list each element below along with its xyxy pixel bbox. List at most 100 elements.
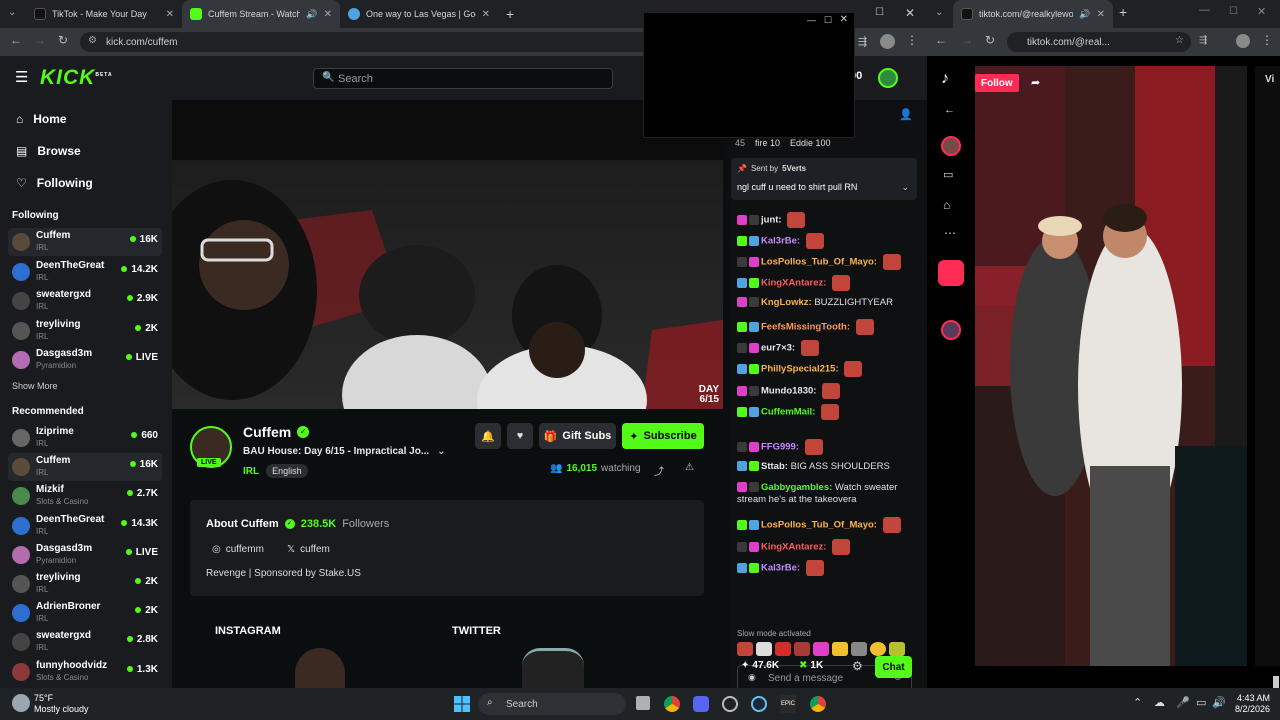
sidebar-channel-item[interactable]: DeenTheGreat IRL 14.2K xyxy=(8,258,162,286)
emote-icon[interactable] xyxy=(813,642,829,656)
emote-icon[interactable] xyxy=(756,642,772,656)
volume-icon[interactable]: 🔊 xyxy=(1212,696,1226,709)
close-icon[interactable]: ✕ xyxy=(482,9,490,20)
extensions-icon[interactable]: ⇶ xyxy=(858,35,867,48)
tab-kick[interactable]: Cuffem Stream - Watch Live 🔊 ✕ xyxy=(182,0,340,28)
notification-button[interactable]: 🔔 xyxy=(475,423,501,449)
menu-icon[interactable]: ⋮ xyxy=(1261,33,1273,47)
kick-logo[interactable]: KICKBETA xyxy=(40,66,113,90)
reload-icon[interactable]: ↻ xyxy=(985,33,995,47)
sidebar-channel-item[interactable]: sweatergxd IRL 2.9K xyxy=(8,287,162,315)
back-arrow-icon[interactable]: ← xyxy=(944,104,955,116)
sidebar-channel-item[interactable]: Dasgasd3m Pyramidion LIVE xyxy=(8,541,162,569)
show-more-link[interactable]: Show More xyxy=(12,381,58,391)
sidebar-channel-item[interactable]: treyliving IRL 2K xyxy=(8,317,162,345)
emote-icon[interactable] xyxy=(775,642,791,656)
channel-points[interactable]: ✦ 47.6K xyxy=(741,660,779,671)
chat-username[interactable]: Gabbygambles: xyxy=(761,482,832,493)
gift-subs-button[interactable]: 🎁 Gift Subs xyxy=(539,423,616,449)
picture-in-picture-window[interactable]: — ☐ ✕ xyxy=(643,12,855,138)
back-icon[interactable]: ← xyxy=(10,33,22,47)
menu-icon[interactable]: ⋮ xyxy=(906,33,918,47)
sidebar-channel-item[interactable]: AdrienBroner IRL 2K xyxy=(8,599,162,627)
sidebar-channel-item[interactable]: Cuffem IRL 16K xyxy=(8,228,162,256)
subscribe-button[interactable]: ✦ Subscribe xyxy=(622,423,704,449)
create-icon[interactable] xyxy=(938,260,964,286)
video-icon[interactable]: ▭ xyxy=(943,168,953,181)
chevron-up-icon[interactable]: ⌃ xyxy=(1133,696,1142,709)
emote-icon[interactable] xyxy=(832,642,848,656)
emote-icon[interactable] xyxy=(794,642,810,656)
report-icon[interactable]: ⚠ xyxy=(685,462,694,473)
instagram-link[interactable]: ◎ cuffemm xyxy=(212,544,264,555)
profile-avatar[interactable] xyxy=(880,34,895,49)
scrollbar-thumb[interactable] xyxy=(1273,676,1279,688)
tiktok-video[interactable]: Follow ➦ xyxy=(975,66,1247,666)
bookmark-icon[interactable]: ☆ xyxy=(1175,35,1184,46)
live-avatar[interactable] xyxy=(941,320,961,340)
kick-points[interactable]: ✖ 1K xyxy=(799,660,823,671)
category-link[interactable]: IRL xyxy=(243,466,259,477)
chrome-icon[interactable] xyxy=(664,696,680,712)
chat-username[interactable]: FeefsMissingTooth: xyxy=(761,322,850,333)
search-input[interactable]: 🔍 Search xyxy=(313,68,613,89)
tab-google[interactable]: One way to Las Vegas | Google ✕ xyxy=(340,0,498,28)
weather-widget[interactable]: 75°F Mostly cloudy xyxy=(34,693,89,715)
weather-icon[interactable] xyxy=(12,694,30,712)
steam-icon[interactable] xyxy=(751,696,767,712)
taskbar-search[interactable]: ⌕ Search xyxy=(478,693,626,715)
chat-username[interactable]: junt: xyxy=(761,215,782,226)
chat-username[interactable]: KingXAntarez: xyxy=(761,542,826,553)
instagram-panel-image[interactable] xyxy=(295,648,345,688)
settings-icon[interactable]: ⚙ xyxy=(852,659,863,673)
restore-icon[interactable]: ☐ xyxy=(875,7,884,18)
extensions-icon[interactable]: ⇶ xyxy=(1199,35,1207,46)
sidebar-channel-item[interactable]: Mizkif Slots & Casino 2.7K xyxy=(8,482,162,510)
epic-games-icon[interactable]: EPIC xyxy=(780,695,796,713)
url-field[interactable]: tiktok.com/@real... xyxy=(1007,32,1191,52)
streamer-name[interactable]: Cuffem xyxy=(243,424,291,440)
site-info-icon[interactable]: ⚙ xyxy=(88,35,97,46)
maximize-icon[interactable]: ☐ xyxy=(824,15,832,26)
emote-bar[interactable] xyxy=(737,642,905,656)
follow-button[interactable]: Follow xyxy=(975,74,1019,92)
minimize-icon[interactable]: — xyxy=(1199,4,1210,16)
task-view-icon[interactable] xyxy=(636,696,650,710)
tab-tiktok-profile[interactable]: tiktok.com/@realkylewong 🔊 ✕ xyxy=(953,0,1113,28)
tab-tiktok[interactable]: TikTok - Make Your Day ✕ xyxy=(26,0,182,28)
user-list-icon[interactable]: 👤 xyxy=(899,108,913,121)
sidebar-channel-item[interactable]: DeenTheGreat IRL 14.3K xyxy=(8,512,162,540)
forward-icon[interactable]: → xyxy=(961,33,973,47)
chat-username[interactable]: FFG999: xyxy=(761,442,799,453)
tab-search-icon[interactable]: ⌄ xyxy=(935,7,943,18)
share-icon[interactable]: ➦ xyxy=(1031,76,1040,89)
close-window-icon[interactable]: ✕ xyxy=(1257,5,1266,18)
share-icon[interactable]: ⤴ xyxy=(654,463,664,478)
chat-username[interactable]: CuffemMail: xyxy=(761,407,815,418)
emote-icon[interactable] xyxy=(737,642,753,656)
chat-username[interactable]: Mundo1830: xyxy=(761,386,816,397)
chevron-down-icon[interactable]: ⌄ xyxy=(437,446,445,457)
profile-avatar[interactable] xyxy=(1236,34,1250,48)
live-avatar[interactable] xyxy=(941,136,961,156)
chat-username[interactable]: LosPollos_Tub_Of_Mayo: xyxy=(761,520,877,531)
chat-send-button[interactable]: Chat xyxy=(875,656,912,678)
app-icon[interactable] xyxy=(722,696,738,712)
tab-search-icon[interactable]: ⌄ xyxy=(8,7,16,18)
chat-username[interactable]: Sttab: xyxy=(761,461,788,472)
more-icon[interactable]: ⋯ xyxy=(944,226,956,240)
chat-username[interactable]: KngLowkz: xyxy=(761,297,812,308)
chrome-icon[interactable] xyxy=(810,696,826,712)
minimize-icon[interactable]: — xyxy=(807,15,816,25)
language-tag[interactable]: English xyxy=(266,464,308,478)
sidebar-channel-item[interactable]: treyliving IRL 2K xyxy=(8,570,162,598)
windows-start-icon[interactable] xyxy=(454,696,470,712)
close-icon[interactable]: ✕ xyxy=(1097,9,1105,20)
chat-username[interactable]: PhillySpecial215: xyxy=(761,364,839,375)
chat-username[interactable]: Kal3rBe: xyxy=(761,236,800,247)
chevron-down-icon[interactable]: ⌄ xyxy=(901,182,909,193)
follow-button[interactable]: ♥ xyxy=(507,423,533,449)
hamburger-icon[interactable]: ☰ xyxy=(15,68,28,86)
emote-icon[interactable] xyxy=(870,642,886,656)
sidebar-channel-item[interactable]: funnyhoodvidz Slots & Casino 1.3K xyxy=(8,658,162,686)
